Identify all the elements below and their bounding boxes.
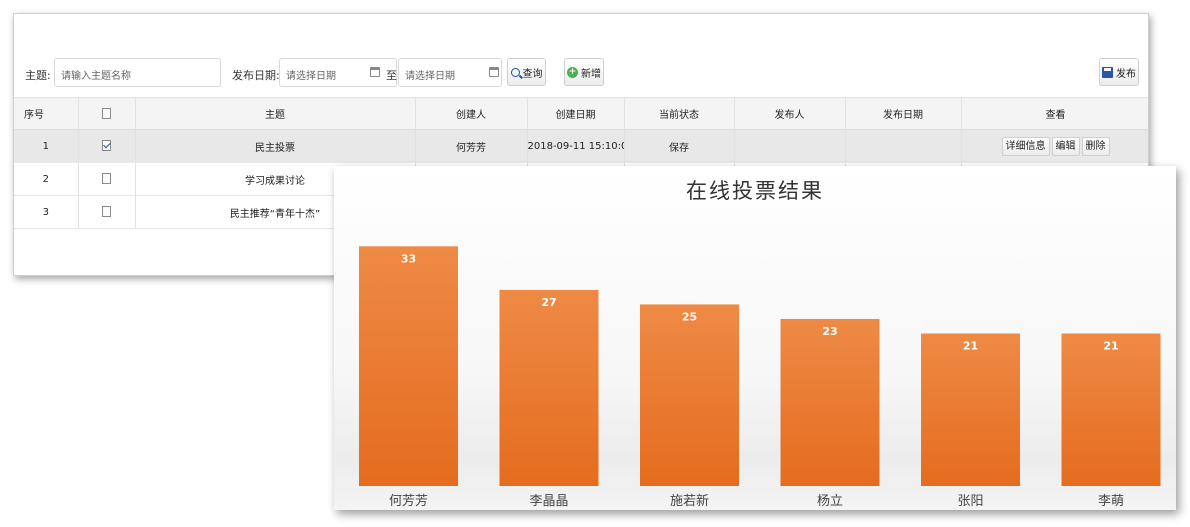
date-range-to-label: 至 [386,69,397,82]
publish-button-label: 发布 [1116,68,1136,80]
table-header-row: 序号 主题 创建人 创建日期 当前状态 发布人 发布日期 查看 [14,97,1148,130]
new-button[interactable]: + 新增 [564,58,604,86]
query-button[interactable]: 查询 [507,58,546,86]
row-select-cell[interactable] [78,162,136,196]
vote-result-chart-window: 在线投票结果 33 何芳芳 27 李晶晶 25 施若新 23 杨立 21 张阳 21 李萌 [334,166,1176,510]
filter-toolbar: 主题: 请输入主题名称 发布日期: 请选择日期 至 请选择日期 查询 + 新增 … [14,56,1148,94]
data-label-2: 27 [541,296,556,309]
data-label-1: 33 [401,252,416,265]
column-header-select[interactable] [78,97,136,130]
bar-4 [780,318,880,486]
category-label-6: 李萌 [1098,494,1124,509]
save-disk-icon [1102,66,1113,78]
column-header-publisher: 发布人 [734,97,846,130]
category-label-4: 杨立 [817,494,843,509]
bar-5 [921,333,1020,486]
publish-button[interactable]: 发布 [1099,58,1139,86]
data-label-5: 21 [963,339,978,352]
subject-label: 主题: [25,69,51,82]
new-button-label: 新增 [581,68,601,80]
column-header-index: 序号 [14,97,79,130]
query-button-label: 查询 [522,68,543,80]
column-header-created-date: 创建日期 [527,97,625,130]
bar-1 [359,246,458,486]
data-label-4: 23 [822,325,837,338]
bar-2 [499,289,599,486]
data-label-3: 25 [682,310,697,323]
column-header-publish-date: 发布日期 [845,97,962,130]
calendar-icon[interactable] [489,67,499,77]
category-label-2: 李晶晶 [529,494,568,509]
calendar-icon[interactable] [370,67,380,77]
column-header-subject: 主题 [135,97,416,130]
row-publish-date [845,129,962,163]
row-select-cell[interactable] [78,129,136,163]
row-index: 3 [14,195,79,229]
details-button[interactable]: 详细信息 [1001,136,1050,156]
delete-button[interactable]: 删除 [1081,136,1110,156]
column-header-view: 查看 [961,97,1148,130]
publish-date-label: 发布日期: [232,69,280,82]
row-status: 保存 [624,129,735,163]
category-label-5: 张阳 [957,494,983,509]
category-label-1: 何芳芳 [389,493,428,509]
vote-result-bar-chart: 33 何芳芳 27 李晶晶 25 施若新 23 杨立 21 张阳 21 李萌 [359,246,1161,509]
column-header-creator: 创建人 [415,97,528,130]
row-subject: 民主投票 [135,129,416,163]
row-creator: 何芳芳 [415,129,528,163]
table-row[interactable]: 1 民主投票 何芳芳 2018-09-11 15:10:07 保存 详细信息 编辑… [14,129,1148,163]
row-index: 2 [14,162,79,196]
bar-3 [640,304,739,486]
end-date-input[interactable]: 请选择日期 [398,58,502,87]
row-created-date: 2018-09-11 15:10:07 [527,129,625,163]
row-checkbox[interactable] [102,140,111,152]
subject-search-input[interactable]: 请输入主题名称 [54,58,221,87]
bar-6 [1061,333,1161,486]
row-index: 1 [14,129,79,163]
search-icon [510,67,520,77]
data-label-6: 21 [1103,339,1118,352]
select-all-checkbox[interactable] [102,107,111,119]
row-select-cell[interactable] [78,195,136,229]
column-header-status: 当前状态 [624,97,735,130]
row-checkbox[interactable] [102,206,111,218]
row-checkbox[interactable] [102,173,111,185]
row-publisher [734,129,846,163]
edit-button[interactable]: 编辑 [1051,136,1080,156]
row-actions: 详细信息 编辑 删除 [961,129,1148,163]
category-label-3: 施若新 [670,493,709,509]
add-icon: + [567,66,578,78]
